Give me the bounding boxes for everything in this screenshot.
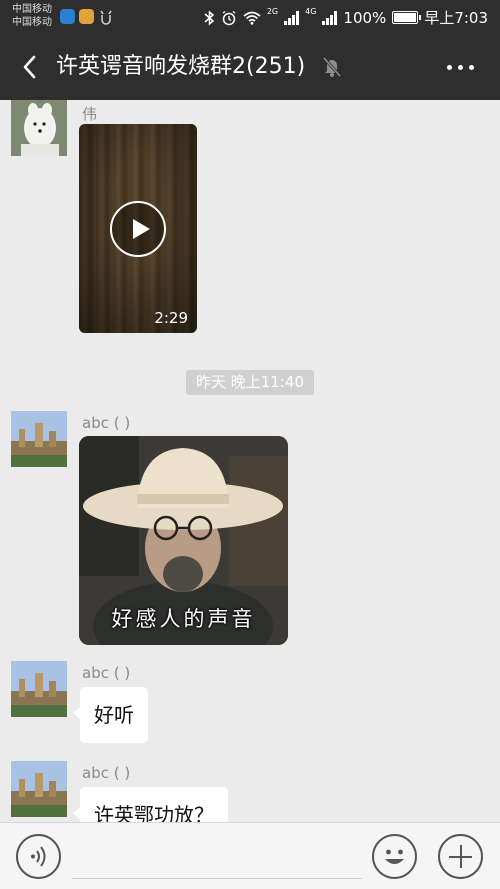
- voice-icon: [31, 846, 46, 867]
- more-functions-button[interactable]: [438, 834, 483, 879]
- emoji-button[interactable]: [372, 834, 417, 879]
- dot-icon: [458, 65, 463, 70]
- carrier-labels: 中国移动 中国移动: [12, 3, 52, 29]
- sender-name: abc ( ): [82, 664, 131, 682]
- alarm-app-icon: [100, 10, 112, 25]
- timestamp-divider: 昨天 晚上11:40: [186, 370, 314, 395]
- avatar[interactable]: [11, 661, 67, 717]
- sender-name: abc ( ): [82, 414, 131, 432]
- more-options-button[interactable]: [447, 65, 474, 70]
- avatar[interactable]: [11, 100, 67, 156]
- wifi-icon: [243, 11, 261, 25]
- avatar[interactable]: [11, 411, 67, 467]
- carrier-label-1: 中国移动: [12, 4, 52, 15]
- clock: 早上7:03: [424, 9, 488, 27]
- network-type-1: 2G: [266, 7, 279, 16]
- app-notification-icon: [79, 9, 94, 24]
- sticker-message[interactable]: 好感人的声音: [79, 436, 288, 645]
- city-avatar-image: [11, 661, 67, 717]
- video-duration: 2:29: [154, 309, 188, 327]
- chat-title: 许英谔音响发烧群2(251): [56, 54, 306, 79]
- shield-app-icon: [60, 9, 75, 24]
- city-avatar-image: [11, 411, 67, 467]
- status-right: 2G 4G 100% 早上7:03: [204, 7, 488, 28]
- signal-icon: [322, 10, 338, 25]
- alarm-icon: [222, 10, 236, 25]
- back-arrow-icon[interactable]: [16, 52, 46, 82]
- play-icon[interactable]: [110, 201, 166, 257]
- status-bar: 中国移动 中国移动 2G 4G 100% 早上7:03: [0, 0, 500, 34]
- signal-icon: [284, 10, 300, 25]
- sender-name: abc ( ): [82, 764, 131, 782]
- text-message-bubble[interactable]: 好听: [73, 687, 148, 743]
- message-list[interactable]: 伟 2:29 昨天 晚上11:40 abc ( ) 好感人的声音 abc ()…: [0, 100, 500, 822]
- dot-icon: [469, 65, 474, 70]
- input-bar: [0, 822, 500, 889]
- voice-input-button[interactable]: [16, 834, 61, 879]
- notification-icons: [60, 9, 114, 25]
- bluetooth-icon: [204, 9, 214, 26]
- city-avatar-image: [11, 761, 67, 817]
- avatar[interactable]: [11, 761, 67, 817]
- battery-percent: 100%: [343, 8, 387, 27]
- chat-header: 许英谔音响发烧群2(251): [0, 34, 500, 100]
- battery-icon: [392, 11, 422, 24]
- carrier-label-2: 中国移动: [12, 17, 52, 28]
- text-message-bubble[interactable]: 许英鄂功放？: [73, 787, 228, 822]
- sticker-caption: 好感人的声音: [111, 607, 256, 631]
- dog-avatar-image: [11, 100, 67, 156]
- mute-bell-icon: [322, 57, 342, 77]
- sender-name: 伟: [82, 105, 98, 123]
- network-type-2: 4G: [305, 7, 317, 16]
- message-input[interactable]: [72, 843, 362, 879]
- smiley-icon: [385, 849, 404, 864]
- video-message[interactable]: 2:29: [79, 124, 197, 333]
- dot-icon: [447, 65, 452, 70]
